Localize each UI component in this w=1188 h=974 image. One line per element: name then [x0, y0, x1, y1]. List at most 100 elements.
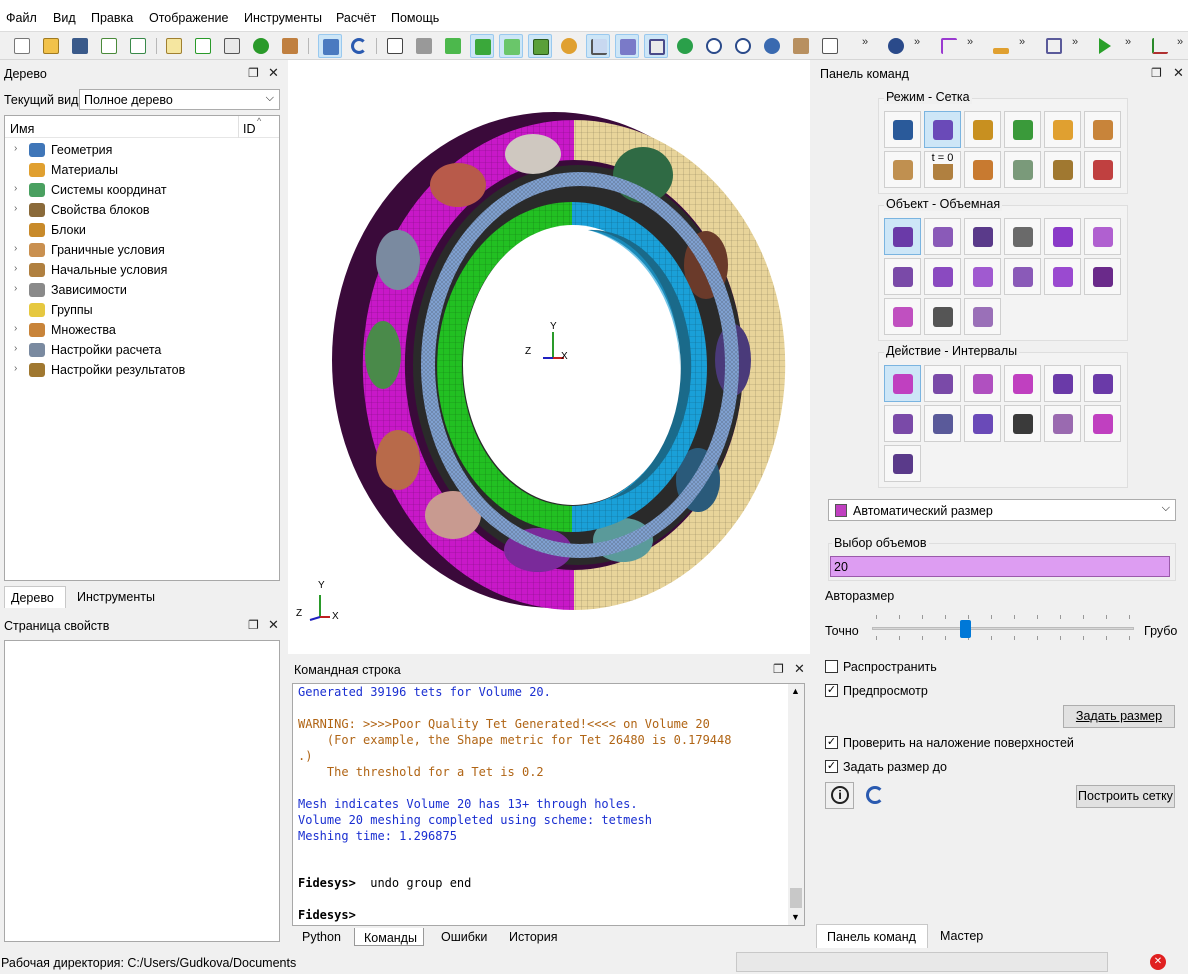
select-box-icon[interactable] — [1042, 34, 1066, 58]
zoom-in-icon[interactable] — [702, 34, 726, 58]
float-icon[interactable]: ❐ — [248, 66, 259, 80]
tree-item[interactable]: › Граничные условия — [5, 240, 277, 260]
zoom-fit-icon[interactable] — [760, 34, 784, 58]
sets-mode-button[interactable] — [1084, 111, 1121, 148]
toolbar-overflow-5[interactable]: » — [1072, 36, 1078, 48]
menu-tools[interactable]: Инструменты — [244, 11, 322, 25]
tree-item[interactable]: Группы — [5, 300, 277, 320]
info-button[interactable]: i — [825, 782, 854, 809]
tab-command-panel[interactable]: Панель команд — [827, 930, 916, 944]
refine-button[interactable] — [884, 405, 921, 442]
copy-mesh-button[interactable] — [1044, 365, 1081, 402]
clean-button[interactable] — [1004, 405, 1041, 442]
tree-item[interactable]: › Зависимости — [5, 280, 277, 300]
open-folder-icon[interactable] — [39, 34, 63, 58]
float-icon[interactable]: ❐ — [773, 662, 784, 676]
calc-mode-button[interactable] — [1004, 151, 1041, 188]
tab-tree[interactable]: Дерево — [11, 591, 54, 605]
reset-button[interactable] — [864, 784, 886, 806]
hidden-line-icon[interactable] — [412, 34, 436, 58]
pause-icon[interactable] — [249, 34, 273, 58]
tree-item[interactable]: › Свойства блоков — [5, 200, 277, 220]
close-icon[interactable]: ✕ — [1173, 65, 1184, 81]
log-scrollbar[interactable]: ▲ ▼ — [788, 684, 804, 925]
preview-checkbox[interactable]: ✓ — [825, 684, 838, 697]
smooth-shade-icon[interactable] — [470, 34, 494, 58]
lights-icon[interactable] — [557, 34, 581, 58]
tab-tools[interactable]: Инструменты — [77, 590, 155, 604]
perspective-icon[interactable] — [615, 34, 639, 58]
tree-item[interactable]: › Начальные условия — [5, 260, 277, 280]
float-icon[interactable]: ❐ — [1151, 66, 1162, 80]
smooth-button[interactable] — [1004, 365, 1041, 402]
normal-button[interactable] — [1084, 258, 1121, 295]
tree-item[interactable]: Материалы — [5, 160, 277, 180]
id-icon[interactable] — [220, 34, 244, 58]
results-mode-button[interactable] — [1044, 151, 1081, 188]
tab-history[interactable]: История — [509, 930, 557, 944]
match-button[interactable] — [964, 365, 1001, 402]
adjust-button[interactable] — [884, 445, 921, 482]
tri-button[interactable] — [964, 258, 1001, 295]
geometry-mode-button[interactable] — [884, 111, 921, 148]
clipping-icon[interactable] — [644, 34, 668, 58]
expand-arrow-icon[interactable]: › — [14, 363, 17, 374]
toolbar-overflow-3[interactable]: » — [967, 36, 973, 48]
quality-button[interactable] — [1044, 405, 1081, 442]
group-button[interactable] — [1044, 218, 1081, 255]
coord-system-mode-button[interactable] — [1004, 111, 1041, 148]
set-size-to-checkbox[interactable]: ✓ — [825, 760, 838, 773]
volume-select-input[interactable]: 20 — [830, 556, 1170, 577]
tree-item[interactable]: › Настройки результатов — [5, 360, 277, 380]
journal-icon[interactable] — [162, 34, 186, 58]
inspect-mode-button[interactable] — [1084, 151, 1121, 188]
undo-icon[interactable] — [347, 34, 371, 58]
toolbar-overflow-2[interactable]: » — [914, 36, 920, 48]
graphics-viewport[interactable]: Y X Z Y X Z — [288, 60, 810, 654]
expand-arrow-icon[interactable]: › — [14, 263, 17, 274]
zoom-out-icon[interactable] — [731, 34, 755, 58]
scroll-down-icon[interactable]: ▼ — [791, 912, 800, 922]
delete-mesh-button[interactable] — [1084, 365, 1121, 402]
assembly-button[interactable] — [884, 298, 921, 335]
transparent-icon[interactable] — [499, 34, 523, 58]
current-view-select[interactable]: Полное дерево ⌵ — [79, 89, 280, 110]
tab-commands[interactable]: Команды — [364, 931, 417, 945]
menu-help[interactable]: Помощь — [391, 11, 439, 25]
expand-arrow-icon[interactable]: › — [14, 203, 17, 214]
hex-button[interactable] — [1084, 218, 1121, 255]
material-mode-button[interactable] — [964, 111, 1001, 148]
tab-errors[interactable]: Ошибки — [441, 930, 487, 944]
cluster-icon[interactable] — [884, 34, 908, 58]
point-button[interactable] — [1044, 258, 1081, 295]
float-icon[interactable]: ❐ — [248, 618, 259, 632]
expand-arrow-icon[interactable]: › — [14, 343, 17, 354]
z-axis-icon[interactable] — [1148, 34, 1172, 58]
propagate-checkbox[interactable] — [825, 660, 838, 673]
import-icon[interactable] — [97, 34, 121, 58]
expand-arrow-icon[interactable]: › — [14, 283, 17, 294]
render-icon[interactable] — [818, 34, 842, 58]
refresh-icon[interactable] — [673, 34, 697, 58]
close-icon[interactable]: ✕ — [794, 661, 805, 677]
close-icon[interactable]: ✕ — [268, 617, 279, 633]
sweep-button[interactable] — [1084, 405, 1121, 442]
toolbar-overflow-7[interactable]: » — [1177, 36, 1183, 48]
quad-button[interactable] — [924, 258, 961, 295]
tree-item[interactable]: › Множества — [5, 320, 277, 340]
action-dropdown[interactable]: Автоматический размер ⌵ — [828, 499, 1176, 521]
toolbar-overflow-6[interactable]: » — [1125, 36, 1131, 48]
tet-button[interactable] — [884, 258, 921, 295]
tree-item[interactable]: Блоки — [5, 220, 277, 240]
menu-calc[interactable]: Расчёт — [336, 11, 376, 25]
shaded-icon[interactable] — [441, 34, 465, 58]
toolbar-overflow-4[interactable]: » — [1019, 36, 1025, 48]
mouse-mode-icon[interactable] — [318, 34, 342, 58]
volume-button[interactable] — [884, 218, 921, 255]
view-box-icon[interactable] — [789, 34, 813, 58]
play-journal-icon[interactable] — [191, 34, 215, 58]
menu-view[interactable]: Вид — [53, 11, 76, 25]
dependency-mode-button[interactable] — [964, 151, 1001, 188]
blocks-mode-button[interactable] — [1044, 111, 1081, 148]
surface-button[interactable] — [924, 218, 961, 255]
